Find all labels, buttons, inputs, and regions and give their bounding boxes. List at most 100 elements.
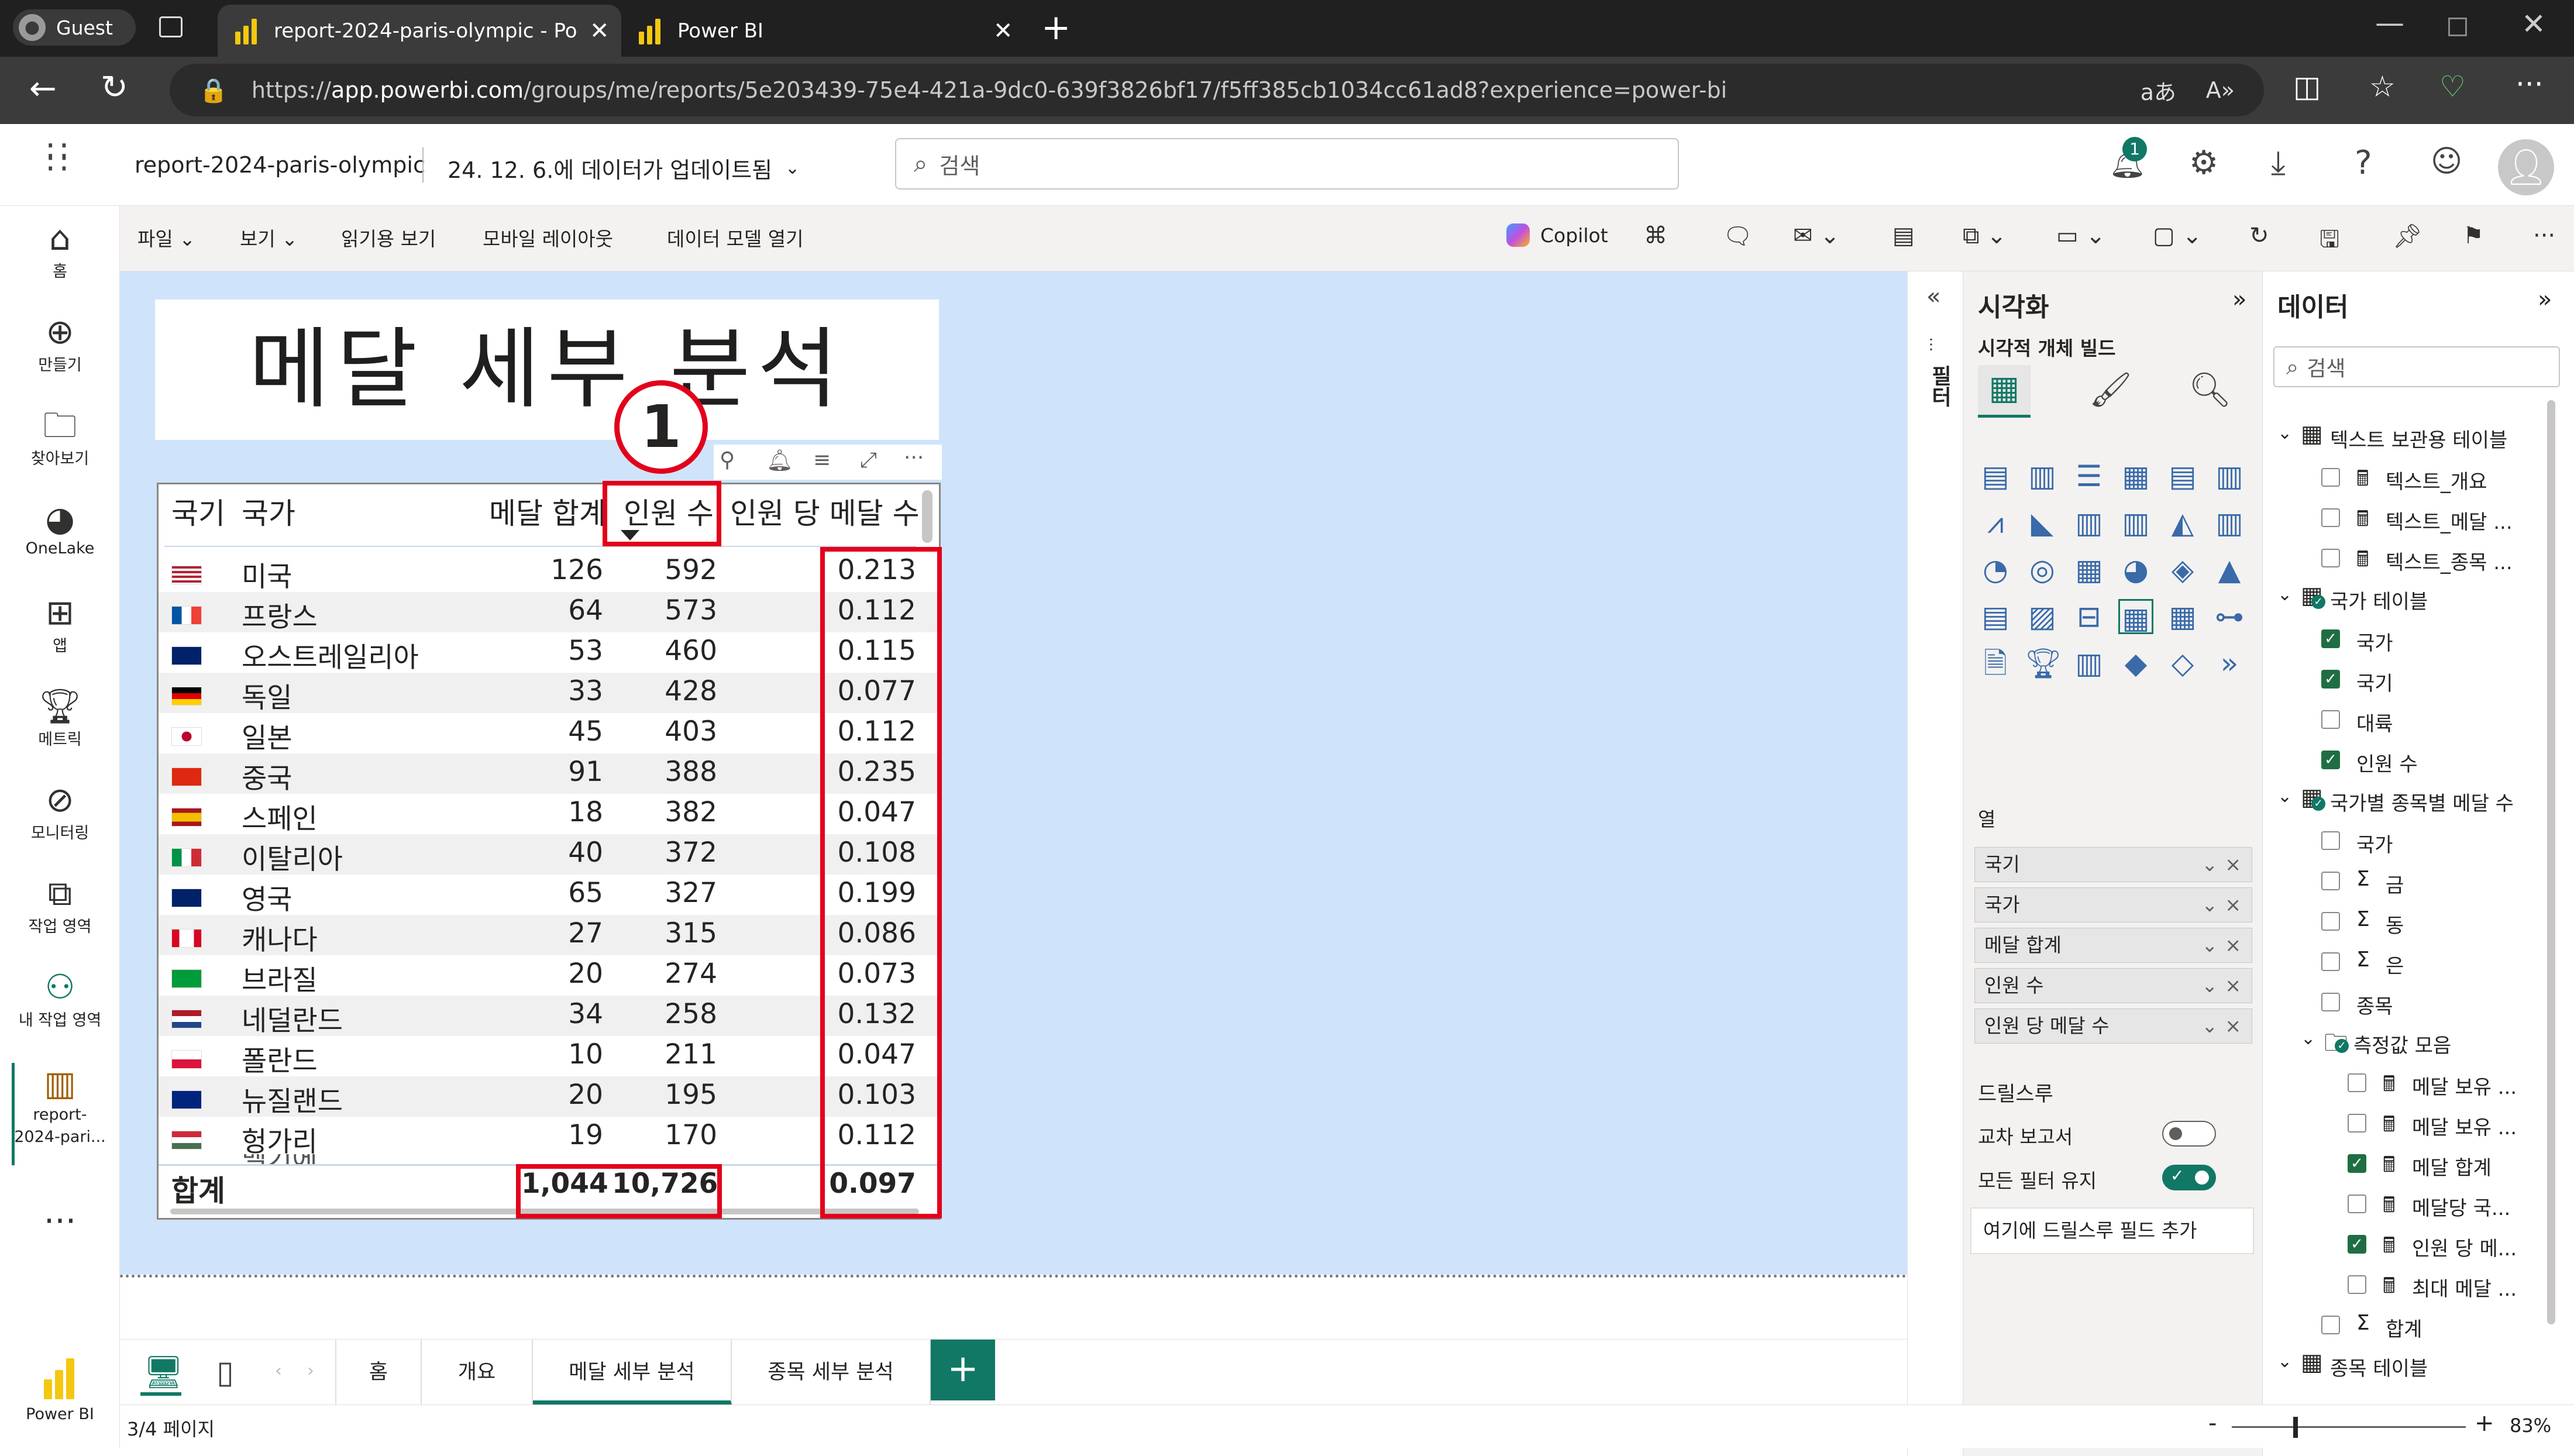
- minimize-icon[interactable]: —: [2375, 6, 2404, 40]
- nav-metrics[interactable]: 🏆︎ 메트릭: [0, 686, 120, 749]
- data-field-node[interactable]: ⌄🗀✓측정값 모음: [2263, 1026, 2544, 1061]
- expand-chevron-icon[interactable]: ⌄: [2277, 584, 2292, 605]
- data-field-node[interactable]: ✓ 국기: [2263, 663, 2544, 698]
- vertical-scrollbar[interactable]: [922, 490, 932, 543]
- field-checkbox[interactable]: [2321, 872, 2340, 890]
- focus-mode-icon[interactable]: ⤢: [860, 448, 877, 473]
- alert-icon[interactable]: 🔔︎: [766, 448, 793, 473]
- visual-type-icon[interactable]: ◣: [2025, 505, 2060, 541]
- data-field-node[interactable]: 🖩︎ 메달당 국...: [2263, 1187, 2544, 1223]
- data-field-node[interactable]: 🖩︎ 메달 보유 ...: [2263, 1107, 2544, 1142]
- field-checkbox[interactable]: [2321, 710, 2340, 729]
- visual-type-icon[interactable]: ▥: [2071, 505, 2107, 541]
- collapse-viz-icon[interactable]: »: [2232, 286, 2246, 313]
- chevron-down-icon[interactable]: ⌄: [2201, 848, 2218, 882]
- immersive-reader-icon[interactable]: A»: [2206, 77, 2235, 103]
- cross-report-toggle[interactable]: [2162, 1121, 2216, 1147]
- field-checkbox[interactable]: [2321, 993, 2340, 1011]
- account-avatar[interactable]: 👤︎: [2498, 139, 2554, 195]
- prev-page-icon[interactable]: ‹: [275, 1361, 282, 1381]
- visual-type-icon[interactable]: ▥: [2212, 505, 2247, 541]
- field-well-item[interactable]: 국기 ⌄ ×: [1974, 847, 2252, 882]
- download-icon[interactable]: ⤓: [2271, 144, 2286, 183]
- field-checkbox[interactable]: [2321, 468, 2340, 487]
- chevron-down-icon[interactable]: ⌄: [2201, 969, 2218, 1003]
- next-page-icon[interactable]: ›: [307, 1361, 314, 1381]
- subscribe-icon[interactable]: ✉ ⌄: [1793, 222, 1840, 249]
- pin-icon[interactable]: 📌︎: [2393, 222, 2422, 250]
- page-tab-home[interactable]: 홈: [335, 1340, 422, 1405]
- notes-icon[interactable]: ▤: [1892, 222, 1915, 249]
- visual-type-icon[interactable]: ◎: [2025, 552, 2060, 587]
- profile-button[interactable]: ● Guest: [13, 9, 136, 46]
- menu-reading-view[interactable]: 읽기용 보기: [341, 223, 436, 252]
- teams-icon[interactable]: ⚑: [2463, 222, 2484, 249]
- visual-type-icon[interactable]: ▦: [2165, 599, 2200, 634]
- data-field-node[interactable]: 🖩︎ 텍스트_메달 ...: [2263, 501, 2544, 536]
- page-tab-overview[interactable]: 개요: [422, 1340, 533, 1405]
- zoom-in-button[interactable]: +: [2475, 1410, 2494, 1437]
- nav-onelake[interactable]: ◕ OneLake: [0, 498, 120, 557]
- menu-open-data-model[interactable]: 데이터 모델 열기: [667, 223, 804, 252]
- visual-type-icon[interactable]: ▥: [2025, 459, 2060, 494]
- visual-type-icon[interactable]: 🏆︎: [2025, 646, 2062, 681]
- field-checkbox[interactable]: ✓: [2321, 629, 2340, 648]
- field-checkbox[interactable]: [2321, 549, 2340, 567]
- data-scrollbar[interactable]: [2547, 400, 2555, 1324]
- browser-tab-active[interactable]: report-2024-paris-olympic - Powe ✕: [218, 5, 621, 57]
- menu-file[interactable]: 파일 ⌄: [137, 223, 195, 252]
- favorites-icon[interactable]: ☆: [2369, 70, 2396, 104]
- url-field[interactable]: 🔒 https://app.powerbi.com/groups/me/repo…: [170, 64, 2264, 116]
- visual-type-icon[interactable]: ▥: [2071, 646, 2107, 681]
- data-field-node[interactable]: 대륙: [2263, 703, 2544, 738]
- visual-type-icon[interactable]: ▤: [1978, 599, 2013, 634]
- chevron-down-icon[interactable]: ⌄: [2201, 888, 2218, 922]
- close-tab-icon[interactable]: ✕: [590, 18, 610, 44]
- visual-type-icon[interactable]: ◇: [2165, 646, 2200, 681]
- split-screen-icon[interactable]: ◫: [2293, 70, 2321, 104]
- visual-type-icon[interactable]: ▲: [2212, 552, 2247, 587]
- comment-icon[interactable]: 🗨︎: [1723, 222, 1753, 250]
- field-checkbox[interactable]: ✓: [2348, 1154, 2366, 1173]
- visual-type-icon[interactable]: ◈: [2165, 552, 2200, 587]
- field-checkbox[interactable]: [2321, 831, 2340, 850]
- back-icon[interactable]: ←: [29, 70, 57, 108]
- field-checkbox[interactable]: ✓: [2321, 751, 2340, 769]
- mobile-layout-icon[interactable]: ▯: [216, 1354, 234, 1390]
- visual-type-icon[interactable]: ▥: [2118, 505, 2153, 541]
- pin-visual-icon[interactable]: ⚲: [720, 448, 735, 472]
- global-search-input[interactable]: ⌕ 검색: [895, 138, 1679, 190]
- column-header-country[interactable]: 국가: [242, 490, 295, 532]
- settings-icon[interactable]: ⚙: [2189, 144, 2218, 182]
- visual-type-icon[interactable]: ▥: [2212, 459, 2247, 494]
- visual-type-icon[interactable]: ◆: [2118, 646, 2153, 681]
- field-checkbox[interactable]: [2321, 1316, 2340, 1334]
- data-field-node[interactable]: Σ금: [2263, 865, 2544, 900]
- close-window-icon[interactable]: ✕: [2521, 7, 2546, 41]
- data-field-node[interactable]: Σ동: [2263, 905, 2544, 940]
- nav-current-report[interactable]: ▥ report-2024-pari...: [0, 1063, 120, 1148]
- drillthrough-drop-zone[interactable]: 여기에 드릴스루 필드 추가: [1970, 1207, 2254, 1254]
- nav-create[interactable]: ⊕ 만들기: [0, 311, 120, 375]
- remove-field-icon[interactable]: ×: [2225, 969, 2241, 1003]
- chevron-down-icon[interactable]: ⌄: [2201, 928, 2218, 962]
- browser-essentials-icon[interactable]: ♡: [2439, 70, 2466, 104]
- data-table-node[interactable]: ⌄ ▦ ✓ 국가 테이블: [2263, 582, 2544, 617]
- browser-menu-icon[interactable]: ···: [2516, 67, 2544, 101]
- remove-field-icon[interactable]: ×: [2225, 848, 2241, 882]
- nav-powerbi[interactable]: Power BI: [0, 1358, 120, 1423]
- data-field-node[interactable]: 🖩︎ 텍스트_종목 ...: [2263, 542, 2544, 577]
- data-field-node[interactable]: 🖩︎ 텍스트_개요: [2263, 461, 2544, 496]
- data-field-node[interactable]: ✓ 🖩︎ 메달 합계: [2263, 1147, 2544, 1182]
- feedback-icon[interactable]: ☺: [2431, 144, 2462, 179]
- app-launcher-icon[interactable]: ∷ ∷: [47, 136, 68, 180]
- filter-icon[interactable]: ≡: [813, 448, 831, 472]
- menu-mobile-layout[interactable]: 모바일 레이아웃: [483, 223, 613, 252]
- data-field-node[interactable]: 국가: [2263, 824, 2544, 859]
- close-tab-icon[interactable]: ✕: [993, 18, 1013, 44]
- browser-tab-powerbi[interactable]: Power BI ✕: [621, 5, 1025, 57]
- build-visual-tab-icon[interactable]: ▦: [1978, 365, 2031, 418]
- layout-icon[interactable]: ▢ ⌄: [2153, 222, 2202, 249]
- field-well-item[interactable]: 인원 수 ⌄ ×: [1974, 968, 2252, 1003]
- report-title-card[interactable]: 메달 세부 분석: [155, 300, 939, 440]
